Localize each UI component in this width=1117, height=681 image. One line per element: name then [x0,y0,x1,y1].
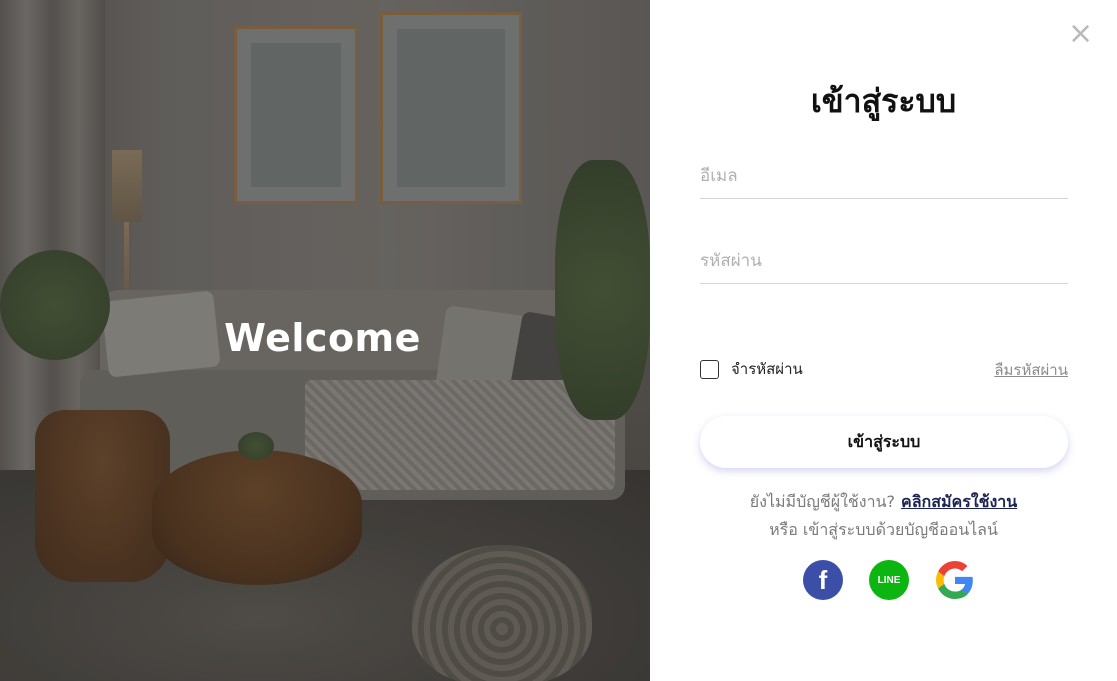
login-modal: Welcome × เข้าสู่ระบบ จำรหัสผ่าน ลืมรหัส… [0,0,1117,681]
hero-image: Welcome [0,0,650,681]
no-account-text: ยังไม่มีบัญชีผู้ใช้งาน? [749,492,896,511]
line-icon[interactable]: LINE [869,560,909,600]
remember-checkbox[interactable] [700,359,719,379]
remember-me[interactable]: จำรหัสผ่าน [700,357,803,381]
email-field[interactable] [700,154,1068,199]
welcome-heading: Welcome [224,316,421,360]
page-title: เข้าสู่ระบบ [810,82,957,120]
password-field[interactable] [700,239,1068,284]
google-icon[interactable] [935,560,975,600]
remember-label: จำรหัสผ่าน [731,360,803,378]
login-button[interactable]: เข้าสู่ระบบ [700,416,1068,468]
forgot-password-link[interactable]: ลืมรหัสผ่าน [994,358,1068,382]
signup-row: ยังไม่มีบัญชีผู้ใช้งาน? คลิกสมัครใช้งาน [650,490,1117,515]
signup-link[interactable]: คลิกสมัครใช้งาน [901,492,1017,511]
close-icon[interactable]: × [1068,19,1093,49]
facebook-icon[interactable]: f [803,560,843,600]
social-login-buttons: f LINE [803,560,975,600]
social-login-text: หรือ เข้าสู่ระบบด้วยบัญชีออนไลน์ [769,520,998,539]
login-panel: × เข้าสู่ระบบ จำรหัสผ่าน ลืมรหัสผ่าน เข้… [650,0,1117,681]
